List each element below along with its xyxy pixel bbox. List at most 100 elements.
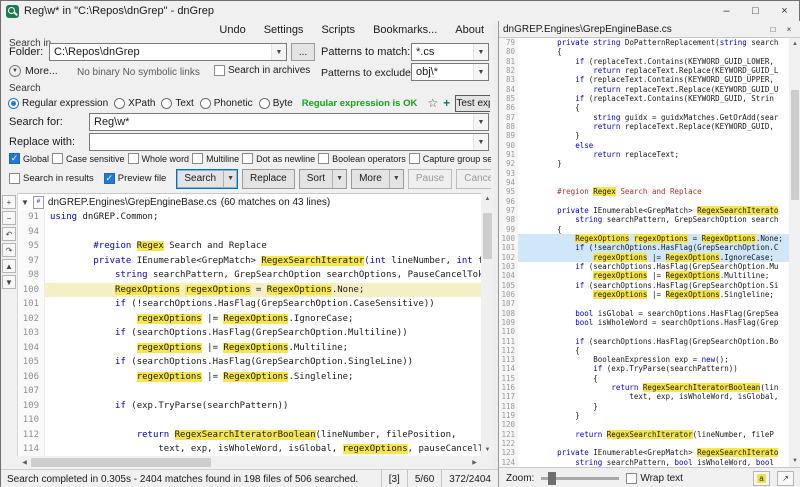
preview-line[interactable]: 106 regexOptions |= RegexOptions.Singlel… [499, 289, 789, 300]
whole-word-checkbox[interactable]: Whole word [127, 153, 189, 164]
previous-file-icon[interactable]: ↶ [2, 227, 16, 241]
preview-line[interactable]: 101 if (!searchOptions.HasFlag(GrepSearc… [499, 243, 789, 253]
scroll-down-icon[interactable]: ▼ [481, 444, 494, 456]
preview-line[interactable]: 100 RegexOptions regexOptions = RegexOpt… [499, 233, 789, 244]
result-line[interactable]: 101 if (!searchOptions.HasFlag(GrepSearc… [18, 297, 481, 312]
scrollbar-thumb[interactable] [483, 213, 492, 259]
replace-with-combobox[interactable]: ▼ [89, 133, 489, 151]
scroll-right-icon[interactable]: ▶ [468, 456, 481, 469]
preview-line[interactable]: 95 #region Regex Search and Replace [499, 187, 789, 197]
preview-line[interactable]: 80 { [499, 47, 789, 57]
result-line[interactable]: 103 if (searchOptions.HasFlag(GrepSearch… [18, 326, 481, 341]
browse-folder-button[interactable]: ... [291, 43, 315, 61]
preview-line[interactable]: 118 } [499, 401, 789, 412]
preview-line[interactable]: 122 [499, 439, 789, 449]
preview-line[interactable]: 84 return replaceText.Replace(KEYWORD_GU… [499, 84, 789, 94]
results-file-header[interactable]: ▼ # dnGREP.Engines\GrepEngineBase.cs (60… [18, 194, 481, 210]
preview-line[interactable]: 108 bool isGlobal = searchOptions.HasFla… [499, 308, 789, 318]
byte-radio[interactable]: Byte [258, 97, 293, 109]
preview-line[interactable]: 87 string guidx = guidxMatches.GetOrAdd(… [499, 112, 789, 122]
scroll-up-icon[interactable]: ▲ [789, 38, 800, 50]
minimize-button[interactable]: – [712, 1, 741, 21]
phonetic-radio[interactable]: Phonetic [199, 97, 253, 109]
search-button[interactable]: Search ▼ [176, 168, 239, 189]
close-preview-icon[interactable]: × [781, 23, 797, 36]
preview-line[interactable]: 89 } [499, 131, 789, 141]
preview-line[interactable]: 102 regexOptions |= RegexOptions.IgnoreC… [499, 252, 789, 262]
more-dropdown-arrow-icon[interactable]: ▼ [390, 175, 403, 182]
zoom-slider-thumb[interactable] [548, 471, 557, 485]
menu-item-scripts[interactable]: Scripts [321, 24, 355, 36]
search-dropdown-arrow-icon[interactable]: ▼ [224, 175, 237, 182]
search-for-combobox[interactable]: Reg\w* ▼ [89, 113, 489, 131]
patterns-exclude-combobox[interactable]: obj\* ▼ [411, 63, 489, 81]
preview-line[interactable]: 86 { [499, 103, 789, 113]
preview-line[interactable]: 97 private IEnumerable<GrepMatch> RegexS… [499, 205, 789, 216]
bookmark-star-icon[interactable]: ☆ [427, 96, 438, 110]
preview-line[interactable]: 104 regexOptions |= RegexOptions.Multili… [499, 271, 789, 281]
text-radio[interactable]: Text [161, 97, 194, 109]
preview-line[interactable]: 99 { [499, 224, 789, 234]
next-match-icon[interactable]: ▼ [2, 275, 16, 289]
menu-item-undo[interactable]: Undo [219, 24, 245, 36]
scrollbar-thumb[interactable] [31, 458, 211, 467]
preview-line[interactable]: 115 { [499, 373, 789, 384]
chevron-down-icon[interactable]: ▼ [271, 44, 286, 60]
wrap-text-checkbox[interactable]: Wrap text [626, 472, 683, 484]
preview-file-checkbox[interactable]: ✓ Preview file [103, 173, 166, 184]
result-line[interactable]: 97 private IEnumerable<GrepMatch> RegexS… [18, 253, 481, 268]
search-in-results-checkbox[interactable]: Search in results [9, 173, 94, 184]
boolean-operators-checkbox[interactable]: Boolean operators [318, 153, 406, 164]
preview-line[interactable]: 123 private IEnumerable<GrepMatch> Regex… [499, 448, 789, 458]
folder-combobox[interactable]: C:\Repos\dnGrep ▼ [49, 43, 287, 61]
previous-match-icon[interactable]: ▲ [2, 259, 16, 273]
preview-line[interactable]: 88 return replaceText.Replace(KEYWORD_GU… [499, 121, 789, 132]
preview-line[interactable]: 120 [499, 420, 789, 430]
add-bookmark-icon[interactable]: + [443, 96, 450, 110]
preview-line[interactable]: 114 if (exp.TryParse(searchPattern)) [499, 364, 789, 374]
result-line[interactable]: 110 [18, 413, 481, 428]
result-line[interactable]: 107 [18, 384, 481, 399]
chevron-down-icon[interactable]: ▼ [473, 134, 488, 150]
capture-group-search-checkbox[interactable]: Capture group search [408, 153, 491, 164]
expand-results-icon[interactable]: + [2, 195, 16, 209]
zoom-slider[interactable] [541, 471, 620, 485]
preview-line[interactable]: 83 if (replaceText.Contains(KEYWORD_GUID… [499, 75, 789, 85]
multiline-checkbox[interactable]: Multiline [192, 153, 239, 164]
regular-expression-radio[interactable]: Regular expression [8, 97, 108, 109]
preview-line[interactable]: 79 private string DoPatternReplacement(s… [499, 38, 789, 48]
xpath-radio[interactable]: XPath [114, 97, 155, 109]
preview-line[interactable]: 98 string searchPattern, GrepSearchOptio… [499, 215, 789, 225]
scroll-left-icon[interactable]: ◀ [18, 456, 31, 469]
preview-line[interactable]: 93 [499, 168, 789, 178]
result-line[interactable]: 106 regexOptions |= RegexOptions.Singlel… [18, 369, 481, 384]
replace-button[interactable]: Replace [242, 168, 295, 189]
case-sensitive-checkbox[interactable]: Case sensitive [52, 153, 125, 164]
next-file-icon[interactable]: ↷ [2, 243, 16, 257]
close-button[interactable]: × [770, 1, 799, 21]
result-line[interactable]: 114 text, exp, isWholeWord, isGlobal, re… [18, 442, 481, 456]
preview-line[interactable]: 117 text, exp, isWholeWord, isGlobal, [499, 392, 789, 402]
expander-icon[interactable]: ▼ [21, 198, 29, 207]
menu-item-about[interactable]: About [455, 24, 484, 36]
result-line[interactable]: 100 RegexOptions regexOptions = RegexOpt… [18, 282, 481, 297]
sort-button[interactable]: Sort ▼ [298, 168, 348, 189]
results-horizontal-scrollbar[interactable]: ◀ ▶ [18, 456, 481, 469]
scrollbar-thumb[interactable] [791, 90, 799, 200]
more-options-expander[interactable]: ▼ More... [9, 65, 58, 77]
preview-vertical-scrollbar[interactable]: ▲ ▼ [789, 38, 800, 467]
preview-line[interactable]: 92 } [499, 159, 789, 169]
preview-line[interactable]: 103 if (searchOptions.HasFlag(GrepSearch… [499, 261, 789, 272]
preview-line[interactable]: 91 return replaceText; [499, 149, 789, 160]
scroll-down-icon[interactable]: ▼ [789, 455, 800, 467]
search-in-archives-checkbox[interactable]: Search in archives [214, 65, 310, 76]
maximize-button[interactable]: □ [741, 1, 770, 21]
result-line[interactable]: 102 regexOptions |= RegexOptions.IgnoreC… [18, 311, 481, 326]
preview-line[interactable]: 96 [499, 196, 789, 206]
preview-line[interactable]: 90 else [499, 140, 789, 150]
preview-line[interactable]: 112 { [499, 345, 789, 356]
preview-line[interactable]: 121 return RegexSearchIterator(lineNumbe… [499, 429, 789, 440]
chevron-down-icon[interactable]: ▼ [473, 44, 488, 60]
preview-line[interactable]: 111 if (searchOptions.HasFlag(GrepSearch… [499, 336, 789, 346]
result-line[interactable]: 98 string searchPattern, GrepSearchOptio… [18, 268, 481, 283]
